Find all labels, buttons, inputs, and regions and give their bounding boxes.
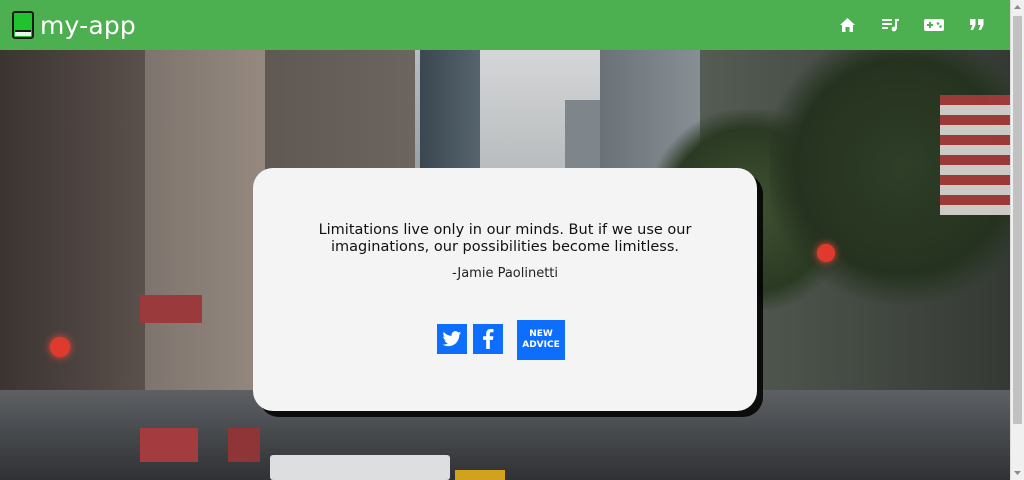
scrollbar-thumb[interactable] [1013, 16, 1022, 424]
traffic-light [50, 337, 70, 357]
quote-text: Limitations live only in our minds. But … [318, 222, 692, 255]
new-advice-label: NEW ADVICE [522, 329, 560, 350]
nav-icons [826, 10, 998, 40]
traffic-light [817, 244, 835, 262]
awning [140, 295, 202, 323]
scroll-down-arrow-icon[interactable] [1011, 466, 1024, 480]
quote-card: Limitations live only in our minds. But … [253, 168, 757, 411]
vertical-scrollbar[interactable] [1010, 0, 1024, 480]
awning [140, 428, 198, 462]
bus [270, 455, 450, 480]
quote-icon[interactable] [955, 10, 998, 40]
scroll-up-arrow-icon[interactable] [1011, 0, 1024, 14]
quote-actions: NEW ADVICE [253, 320, 757, 360]
facebook-icon [483, 329, 494, 349]
app-title: my-app [40, 10, 136, 40]
navbar: my-app [0, 0, 1010, 50]
quote-author: -Jamie Paolinetti [451, 266, 559, 281]
facebook-share-button[interactable] [473, 324, 503, 354]
twitter-share-button[interactable] [437, 324, 467, 354]
gamepad-icon[interactable] [912, 10, 955, 40]
brand[interactable]: my-app [12, 11, 136, 40]
home-icon[interactable] [826, 10, 869, 40]
twitter-icon [442, 330, 462, 346]
awning [228, 428, 260, 462]
playlist-icon[interactable] [869, 10, 912, 40]
flag [940, 95, 1010, 215]
book-icon [12, 11, 34, 39]
building [420, 50, 480, 170]
new-advice-button[interactable]: NEW ADVICE [517, 320, 565, 360]
taxi [455, 470, 505, 480]
